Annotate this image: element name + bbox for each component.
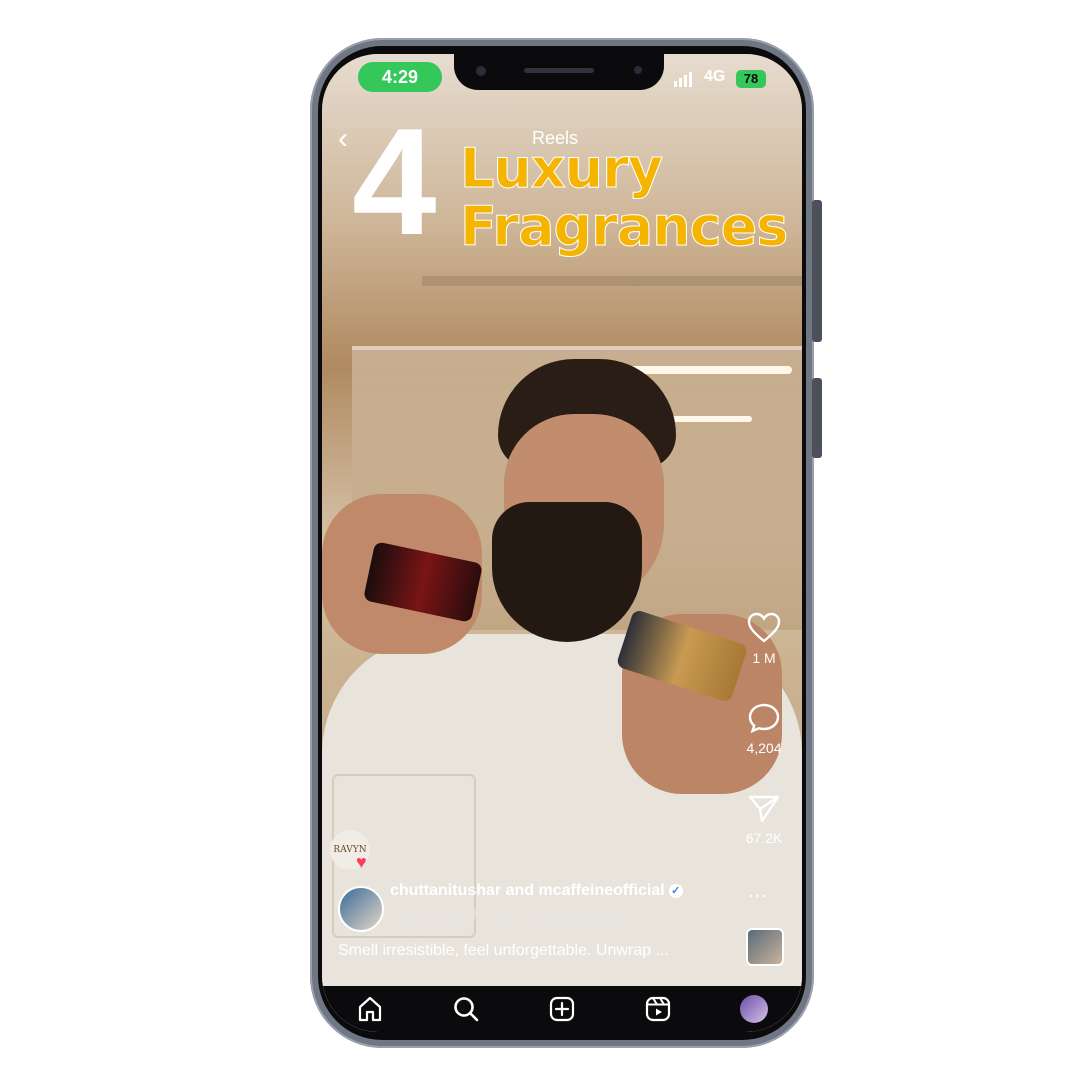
reels-icon (645, 996, 671, 1022)
overlay-headline: Luxury Fragrances (459, 137, 788, 258)
nav-reels[interactable] (638, 989, 678, 1029)
comment-icon (748, 703, 780, 734)
username-text[interactable]: chuttanitushar and mcaffeineofficial (390, 882, 665, 899)
heart-icon (747, 612, 781, 643)
screen: 4 Luxury Fragrances 4:29 4G 78 ‹ Reels 1… (322, 54, 802, 1032)
avatar[interactable] (338, 886, 384, 932)
nav-home[interactable] (350, 989, 390, 1029)
username[interactable]: chuttanitushar and mcaffeineofficial ✓ (390, 882, 683, 900)
create-icon (549, 996, 575, 1022)
signal-icon (674, 72, 692, 87)
more-options-button[interactable]: ... (748, 880, 768, 903)
nav-profile[interactable] (734, 989, 774, 1029)
overlay-line-2: Fragrances (459, 195, 788, 258)
overlay-number: 4 (352, 97, 437, 267)
send-icon (748, 795, 780, 823)
ceiling-vent (422, 276, 802, 286)
like-button[interactable]: 1 M (736, 612, 792, 666)
camera-icon (476, 66, 486, 76)
search-icon (454, 997, 479, 1022)
speaker-grille (524, 68, 594, 73)
caption[interactable]: Smell irresistible, feel unforgettable. … (338, 942, 669, 960)
verified-icon: ✓ (668, 883, 683, 898)
home-icon (358, 996, 382, 1022)
nav-create[interactable] (542, 989, 582, 1029)
volume-down-button (812, 378, 822, 458)
ceiling-light (622, 366, 792, 374)
network-type: 4G (704, 68, 726, 85)
overlay-line-1: Luxury (459, 137, 663, 200)
heart-badge-icon: ♥ (356, 852, 367, 872)
status-time: 4:29 (358, 62, 442, 92)
share-button[interactable]: 67.2K (736, 792, 792, 846)
battery-indicator: 78 (736, 70, 766, 88)
comment-count: 4,204 (746, 740, 782, 756)
nav-search[interactable] (446, 989, 486, 1029)
partnership-label[interactable]: Paid partnership with mcaffeineofficial (390, 906, 625, 922)
ceiling-light (672, 416, 752, 422)
page-title: Reels (532, 128, 579, 148)
comment-button[interactable]: 4,204 (736, 702, 792, 756)
sensor-icon (634, 66, 642, 74)
notch (454, 54, 664, 90)
share-count: 67.2K (745, 830, 783, 846)
volume-up-button (812, 200, 822, 342)
back-button[interactable]: ‹ (338, 122, 348, 156)
bottom-nav (322, 986, 802, 1032)
like-count: 1 M (752, 650, 776, 666)
audio-thumbnail[interactable] (746, 928, 784, 966)
profile-avatar (740, 995, 768, 1023)
